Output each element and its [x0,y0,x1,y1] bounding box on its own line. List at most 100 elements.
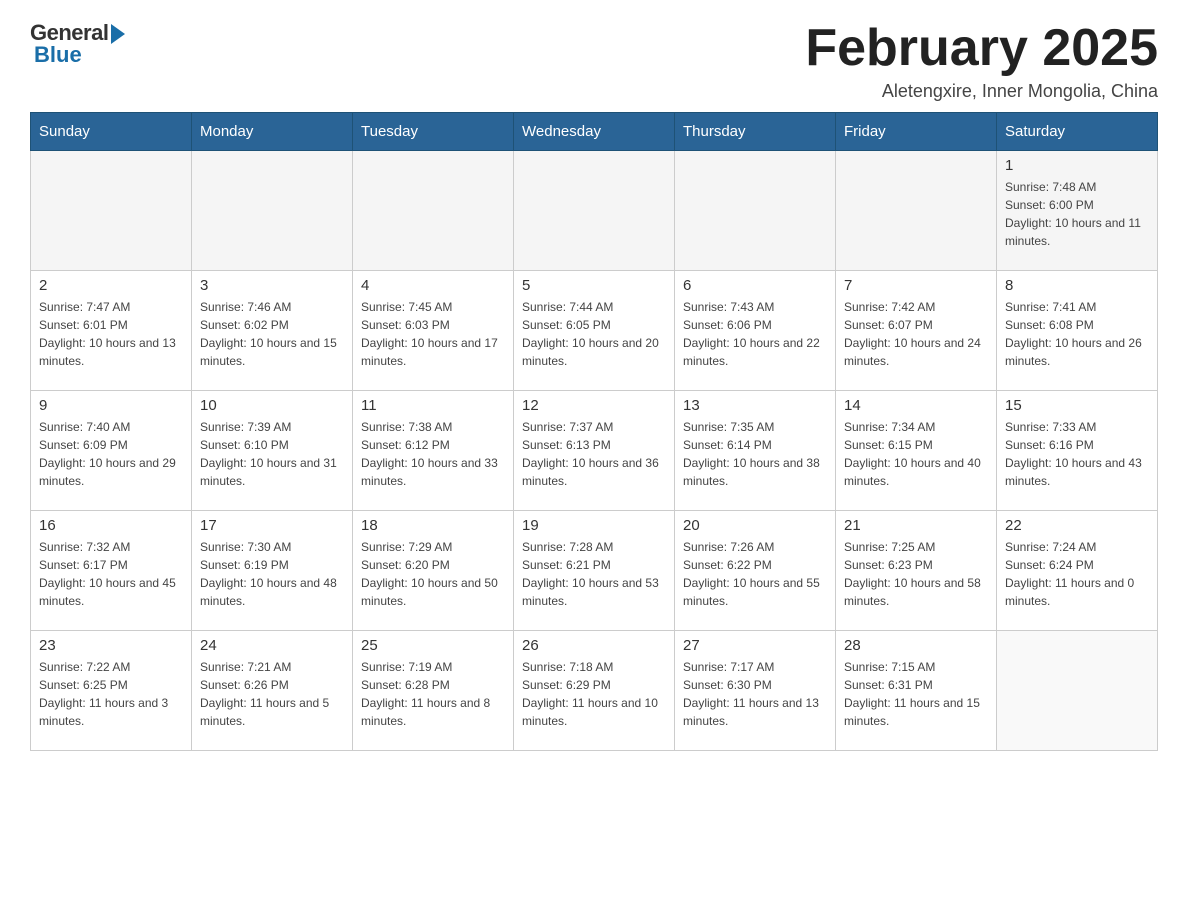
calendar-day-cell: 14Sunrise: 7:34 AMSunset: 6:15 PMDayligh… [836,391,997,511]
calendar-day-header: Thursday [675,113,836,151]
calendar-day-cell: 10 Sunrise: 7:39 AMSunset: 6:10 PMDayligh… [192,391,353,511]
calendar-day-cell: 9 Sunrise: 7:40 AMSunset: 6:09 PMDaylight… [31,391,192,511]
day-info: Sunrise: 7:19 AMSunset: 6:28 PMDaylight:… [361,658,505,730]
calendar-day-cell: 20 Sunrise: 7:26 AMSunset: 6:22 PMDayligh… [675,511,836,631]
calendar-day-cell: 16 Sunrise: 7:32 AMSunset: 6:17 PMDayligh… [31,511,192,631]
day-number: 17 [200,517,344,534]
calendar-week-row: 16 Sunrise: 7:32 AMSunset: 6:17 PMDayligh… [31,511,1158,631]
logo: General Blue [30,20,125,68]
calendar-week-row: 2 Sunrise: 7:47 AMSunset: 6:01 PMDaylight… [31,271,1158,391]
calendar-table: SundayMondayTuesdayWednesdayThursdayFrid… [30,112,1158,751]
day-number: 25 [361,637,505,654]
calendar-day-cell: 15 Sunrise: 7:33 AMSunset: 6:16 PMDayligh… [997,391,1158,511]
calendar-day-cell: 4Sunrise: 7:45 AMSunset: 6:03 PMDaylight… [353,271,514,391]
day-number: 20 [683,517,827,534]
day-info: Sunrise: 7:33 AMSunset: 6:16 PMDaylight:… [1005,418,1149,490]
calendar-day-cell: 11 Sunrise: 7:38 AMSunset: 6:12 PMDayligh… [353,391,514,511]
day-number: 6 [683,277,827,294]
day-info: Sunrise: 7:40 AMSunset: 6:09 PMDaylight:… [39,418,183,490]
day-number: 4 [361,277,505,294]
calendar-day-cell [31,151,192,271]
calendar-day-cell: 27 Sunrise: 7:17 AMSunset: 6:30 PMDayligh… [675,631,836,751]
calendar-week-row: 1Sunrise: 7:48 AMSunset: 6:00 PMDaylight… [31,151,1158,271]
day-info: Sunrise: 7:29 AMSunset: 6:20 PMDaylight:… [361,538,505,610]
day-info: Sunrise: 7:18 AMSunset: 6:29 PMDaylight:… [522,658,666,730]
day-info: Sunrise: 7:41 AMSunset: 6:08 PMDaylight:… [1005,298,1149,370]
day-info: Sunrise: 7:38 AMSunset: 6:12 PMDaylight:… [361,418,505,490]
calendar-day-cell: 6 Sunrise: 7:43 AMSunset: 6:06 PMDaylight… [675,271,836,391]
calendar-day-cell [997,631,1158,751]
day-info: Sunrise: 7:24 AMSunset: 6:24 PMDaylight:… [1005,538,1149,610]
title-section: February 2025 Aletengxire, Inner Mongoli… [805,20,1158,102]
day-info: Sunrise: 7:34 AMSunset: 6:15 PMDaylight:… [844,418,988,490]
calendar-day-cell: 25 Sunrise: 7:19 AMSunset: 6:28 PMDayligh… [353,631,514,751]
day-info: Sunrise: 7:32 AMSunset: 6:17 PMDaylight:… [39,538,183,610]
calendar-day-cell: 24Sunrise: 7:21 AMSunset: 6:26 PMDayligh… [192,631,353,751]
day-info: Sunrise: 7:47 AMSunset: 6:01 PMDaylight:… [39,298,183,370]
day-number: 12 [522,397,666,414]
calendar-day-cell [192,151,353,271]
calendar-header-row: SundayMondayTuesdayWednesdayThursdayFrid… [31,113,1158,151]
day-number: 16 [39,517,183,534]
day-info: Sunrise: 7:26 AMSunset: 6:22 PMDaylight:… [683,538,827,610]
day-info: Sunrise: 7:39 AMSunset: 6:10 PMDaylight:… [200,418,344,490]
calendar-week-row: 9 Sunrise: 7:40 AMSunset: 6:09 PMDaylight… [31,391,1158,511]
calendar-day-cell: 19 Sunrise: 7:28 AMSunset: 6:21 PMDayligh… [514,511,675,631]
calendar-day-header: Saturday [997,113,1158,151]
day-number: 27 [683,637,827,654]
calendar-day-cell: 21 Sunrise: 7:25 AMSunset: 6:23 PMDayligh… [836,511,997,631]
day-number: 1 [1005,157,1149,174]
day-info: Sunrise: 7:25 AMSunset: 6:23 PMDaylight:… [844,538,988,610]
day-info: Sunrise: 7:15 AMSunset: 6:31 PMDaylight:… [844,658,988,730]
day-info: Sunrise: 7:30 AMSunset: 6:19 PMDaylight:… [200,538,344,610]
calendar-day-cell: 18Sunrise: 7:29 AMSunset: 6:20 PMDayligh… [353,511,514,631]
day-number: 11 [361,397,505,414]
day-number: 26 [522,637,666,654]
calendar-day-cell: 26 Sunrise: 7:18 AMSunset: 6:29 PMDayligh… [514,631,675,751]
calendar-day-header: Wednesday [514,113,675,151]
calendar-day-cell [353,151,514,271]
calendar-body: 1Sunrise: 7:48 AMSunset: 6:00 PMDaylight… [31,151,1158,751]
calendar-day-cell: 28 Sunrise: 7:15 AMSunset: 6:31 PMDayligh… [836,631,997,751]
calendar-day-header: Sunday [31,113,192,151]
day-info: Sunrise: 7:37 AMSunset: 6:13 PMDaylight:… [522,418,666,490]
calendar-day-cell: 12 Sunrise: 7:37 AMSunset: 6:13 PMDayligh… [514,391,675,511]
calendar-day-cell: 5Sunrise: 7:44 AMSunset: 6:05 PMDaylight… [514,271,675,391]
month-title: February 2025 [805,20,1158,77]
day-info: Sunrise: 7:22 AMSunset: 6:25 PMDaylight:… [39,658,183,730]
day-number: 23 [39,637,183,654]
day-number: 2 [39,277,183,294]
day-number: 3 [200,277,344,294]
day-number: 9 [39,397,183,414]
calendar-day-header: Tuesday [353,113,514,151]
day-info: Sunrise: 7:43 AMSunset: 6:06 PMDaylight:… [683,298,827,370]
day-number: 28 [844,637,988,654]
day-info: Sunrise: 7:44 AMSunset: 6:05 PMDaylight:… [522,298,666,370]
calendar-day-header: Friday [836,113,997,151]
day-number: 13 [683,397,827,414]
day-number: 21 [844,517,988,534]
day-number: 24 [200,637,344,654]
day-info: Sunrise: 7:46 AMSunset: 6:02 PMDaylight:… [200,298,344,370]
calendar-day-header: Monday [192,113,353,151]
calendar-day-cell: 2 Sunrise: 7:47 AMSunset: 6:01 PMDaylight… [31,271,192,391]
calendar-week-row: 23 Sunrise: 7:22 AMSunset: 6:25 PMDayligh… [31,631,1158,751]
calendar-day-cell: 7 Sunrise: 7:42 AMSunset: 6:07 PMDaylight… [836,271,997,391]
calendar-day-cell: 17 Sunrise: 7:30 AMSunset: 6:19 PMDayligh… [192,511,353,631]
page-header: General Blue February 2025 Aletengxire, … [30,20,1158,102]
calendar-day-cell: 22 Sunrise: 7:24 AMSunset: 6:24 PMDayligh… [997,511,1158,631]
calendar-day-cell [675,151,836,271]
logo-arrow-icon [111,24,125,44]
day-number: 22 [1005,517,1149,534]
calendar-day-cell: 8 Sunrise: 7:41 AMSunset: 6:08 PMDaylight… [997,271,1158,391]
day-info: Sunrise: 7:28 AMSunset: 6:21 PMDaylight:… [522,538,666,610]
day-info: Sunrise: 7:17 AMSunset: 6:30 PMDaylight:… [683,658,827,730]
calendar-day-cell: 1Sunrise: 7:48 AMSunset: 6:00 PMDaylight… [997,151,1158,271]
day-number: 15 [1005,397,1149,414]
calendar-day-cell: 3 Sunrise: 7:46 AMSunset: 6:02 PMDaylight… [192,271,353,391]
day-number: 8 [1005,277,1149,294]
day-number: 10 [200,397,344,414]
day-number: 19 [522,517,666,534]
day-info: Sunrise: 7:42 AMSunset: 6:07 PMDaylight:… [844,298,988,370]
day-number: 7 [844,277,988,294]
